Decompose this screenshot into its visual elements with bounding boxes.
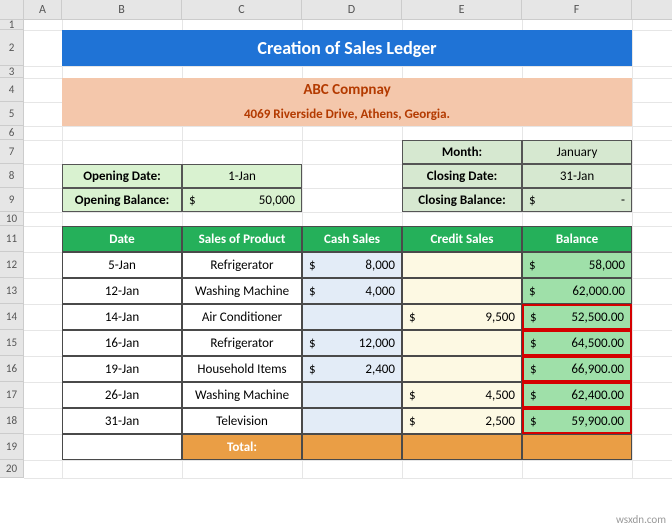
row-16[interactable]: 16 [0,356,24,382]
th-credit: Credit Sales [402,226,522,252]
row-8[interactable]: 8 [0,164,24,188]
row-4[interactable]: 4 [0,78,24,102]
total-cash[interactable] [302,434,402,460]
row-11[interactable]: 11 [0,226,24,252]
cell-balance-18[interactable]: $59,900.00 [522,408,632,434]
row-19[interactable]: 19 [0,434,24,460]
cell-credit-18[interactable]: $2,500 [402,408,522,434]
cell-cash-14[interactable] [302,304,402,330]
total-label: Total: [182,434,302,460]
cell-date-18[interactable]: 31-Jan [62,408,182,434]
th-product: Sales of Product [182,226,302,252]
cell-date-12[interactable]: 5-Jan [62,252,182,278]
cell-cash-12[interactable]: $8,000 [302,252,402,278]
opening-date-label: Opening Date: [62,164,182,188]
th-date: Date [62,226,182,252]
month-label: Month: [402,140,522,164]
row-7[interactable]: 7 [0,140,24,164]
cell-balance-14[interactable]: $52,500.00 [522,304,632,330]
company-address: 4069 Riverside Drive, Athens, Georgia. [62,102,632,126]
cell-date-14[interactable]: 14-Jan [62,304,182,330]
cell-cash-16[interactable]: $2,400 [302,356,402,382]
month-value[interactable]: January [522,140,632,164]
cell-balance-16[interactable]: $66,900.00 [522,356,632,382]
total-credit[interactable] [402,434,522,460]
row-headers: 1234567891011121314151617181920 [0,20,24,478]
row-2[interactable]: 2 [0,30,24,66]
col-E[interactable]: E [402,0,522,19]
row-3[interactable]: 3 [0,66,24,78]
cell-balance-12[interactable]: $58,000 [522,252,632,278]
select-all-corner[interactable] [0,0,24,19]
cell-credit-17[interactable]: $4,500 [402,382,522,408]
cell-product-12[interactable]: Refrigerator [182,252,302,278]
col-B[interactable]: B [62,0,182,19]
cell-cash-15[interactable]: $12,000 [302,330,402,356]
closing-date-value[interactable]: 31-Jan [522,164,632,188]
cell-balance-17[interactable]: $62,400.00 [522,382,632,408]
cell-cash-13[interactable]: $4,000 [302,278,402,304]
row-15[interactable]: 15 [0,330,24,356]
row-17[interactable]: 17 [0,382,24,408]
cell-product-13[interactable]: Washing Machine [182,278,302,304]
row-13[interactable]: 13 [0,278,24,304]
cell-credit-14[interactable]: $9,500 [402,304,522,330]
row-20[interactable]: 20 [0,460,24,478]
row-1[interactable]: 1 [0,20,24,30]
cell-date-15[interactable]: 16-Jan [62,330,182,356]
th-balance: Balance [522,226,632,252]
col-A[interactable]: A [24,0,62,19]
cell-date-16[interactable]: 19-Jan [62,356,182,382]
cell-credit-13[interactable] [402,278,522,304]
cell-balance-13[interactable]: $62,000.00 [522,278,632,304]
row-5[interactable]: 5 [0,102,24,126]
total-balance[interactable] [522,434,632,460]
row-6[interactable]: 6 [0,126,24,140]
cell-product-14[interactable]: Air Conditioner [182,304,302,330]
row-10[interactable]: 10 [0,212,24,226]
cell-date-13[interactable]: 12-Jan [62,278,182,304]
cell-credit-12[interactable] [402,252,522,278]
page-title: Creation of Sales Ledger [62,30,632,66]
company-name: ABC Compnay [62,78,632,102]
closing-balance-label: Closing Balance: [402,188,522,212]
col-D[interactable]: D [302,0,402,19]
closing-date-label: Closing Date: [402,164,522,188]
closing-balance-value[interactable]: $- [522,188,632,212]
th-cash: Cash Sales [302,226,402,252]
row-9[interactable]: 9 [0,188,24,212]
row-18[interactable]: 18 [0,408,24,434]
cell-product-17[interactable]: Washing Machine [182,382,302,408]
row-14[interactable]: 14 [0,304,24,330]
cell-cash-17[interactable] [302,382,402,408]
col-F[interactable]: F [522,0,632,19]
cell-product-16[interactable]: Household Items [182,356,302,382]
cell-product-15[interactable]: Refrigerator [182,330,302,356]
opening-balance-value[interactable]: $50,000 [182,188,302,212]
cell-date-17[interactable]: 26-Jan [62,382,182,408]
row-12[interactable]: 12 [0,252,24,278]
col-C[interactable]: C [182,0,302,19]
cells-grid[interactable]: Creation of Sales Ledger ABC Compnay4069 … [24,20,672,478]
cell-cash-18[interactable] [302,408,402,434]
opening-balance-label: Opening Balance: [62,188,182,212]
cell-credit-16[interactable] [402,356,522,382]
cell-credit-15[interactable] [402,330,522,356]
watermark: wsxdn.com [616,513,666,526]
cell-balance-15[interactable]: $64,500.00 [522,330,632,356]
opening-date-value[interactable]: 1-Jan [182,164,302,188]
cell-total-date[interactable] [62,434,182,460]
column-headers: A B C D E F [0,0,672,20]
cell-product-18[interactable]: Television [182,408,302,434]
